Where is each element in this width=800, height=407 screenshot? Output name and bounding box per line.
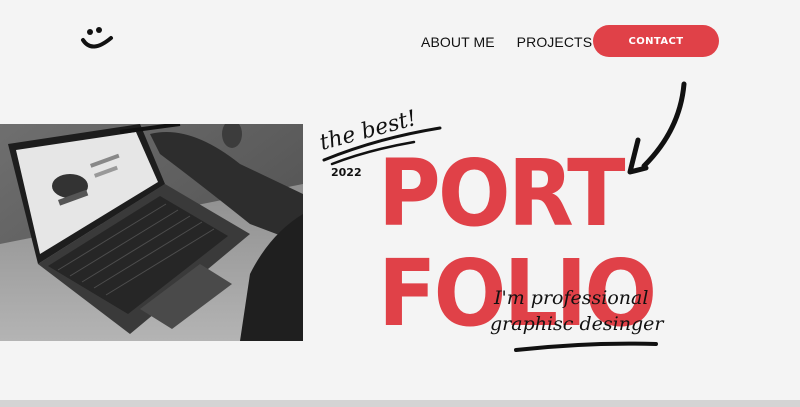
main-nav: ABOUT ME PROJECTS (421, 34, 592, 50)
page: ABOUT ME PROJECTS CONTACT the best! 2022… (0, 0, 800, 407)
hero-photo (0, 124, 303, 341)
subtitle-handwritten: I'm professional graphisc desinger (490, 287, 665, 352)
smiley-logo-icon[interactable] (80, 26, 114, 54)
contact-button[interactable]: CONTACT (593, 25, 719, 57)
subtitle-line-2: graphisc desinger (490, 313, 665, 335)
year-label: 2022 (331, 166, 362, 179)
title-line-port: PORT (378, 140, 625, 247)
subtitle-line-1: I'm professional (493, 287, 648, 309)
bottom-scrollbar[interactable] (0, 400, 800, 407)
arrow-down-icon (627, 81, 687, 175)
nav-projects[interactable]: PROJECTS (517, 34, 592, 50)
nav-about-me[interactable]: ABOUT ME (421, 34, 495, 50)
